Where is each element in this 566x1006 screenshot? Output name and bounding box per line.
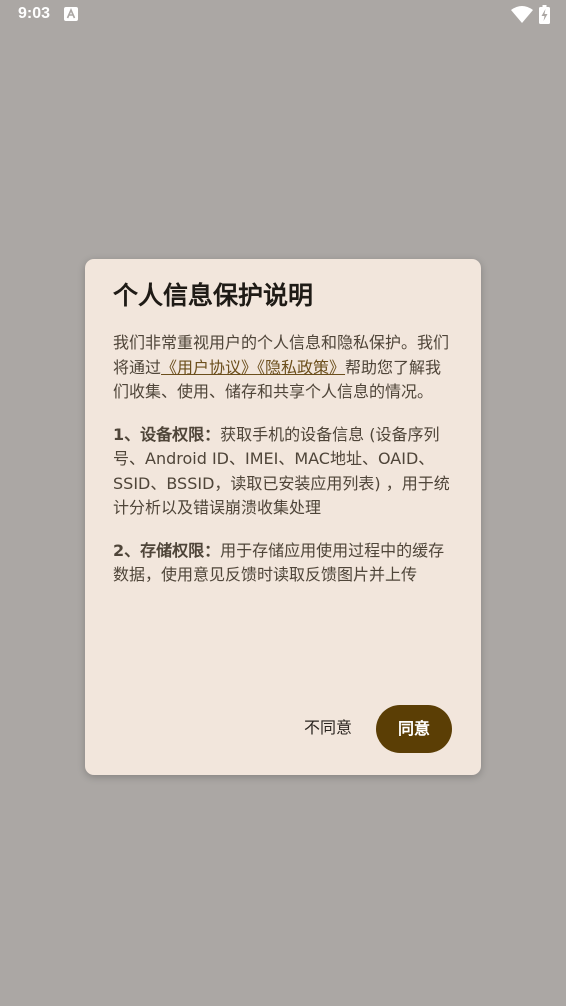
device-permission-paragraph: 1、设备权限：获取手机的设备信息 (设备序列号、Android ID、IMEI、… (113, 423, 453, 521)
wifi-icon (511, 6, 533, 23)
storage-permission-title: 2、存储权限： (113, 540, 221, 560)
storage-permission-paragraph: 2、存储权限：用于存储应用使用过程中的缓存数据，使用意见反馈时读取反馈图片并上传 (113, 539, 453, 588)
privacy-dialog: 个人信息保护说明 我们非常重视用户的个人信息和隐私保护。我们将通过《用户协议》《… (85, 259, 481, 775)
status-time: 9:03 (18, 5, 51, 22)
notification-a-icon (64, 7, 78, 21)
battery-charging-icon (539, 5, 550, 24)
intro-paragraph: 我们非常重视用户的个人信息和隐私保护。我们将通过《用户协议》《隐私政策》帮助您了… (113, 331, 453, 405)
privacy-policy-link[interactable]: 《隐私政策》 (257, 358, 345, 377)
status-bar: 9:03 (0, 0, 566, 30)
dialog-body: 我们非常重视用户的个人信息和隐私保护。我们将通过《用户协议》《隐私政策》帮助您了… (113, 331, 453, 606)
agree-button[interactable]: 同意 (376, 705, 452, 753)
device-permission-title: 1、设备权限： (113, 424, 221, 444)
user-agreement-link[interactable]: 《用户协议》 (161, 358, 257, 377)
disagree-button[interactable]: 不同意 (293, 710, 363, 746)
dialog-title: 个人信息保护说明 (113, 281, 314, 310)
